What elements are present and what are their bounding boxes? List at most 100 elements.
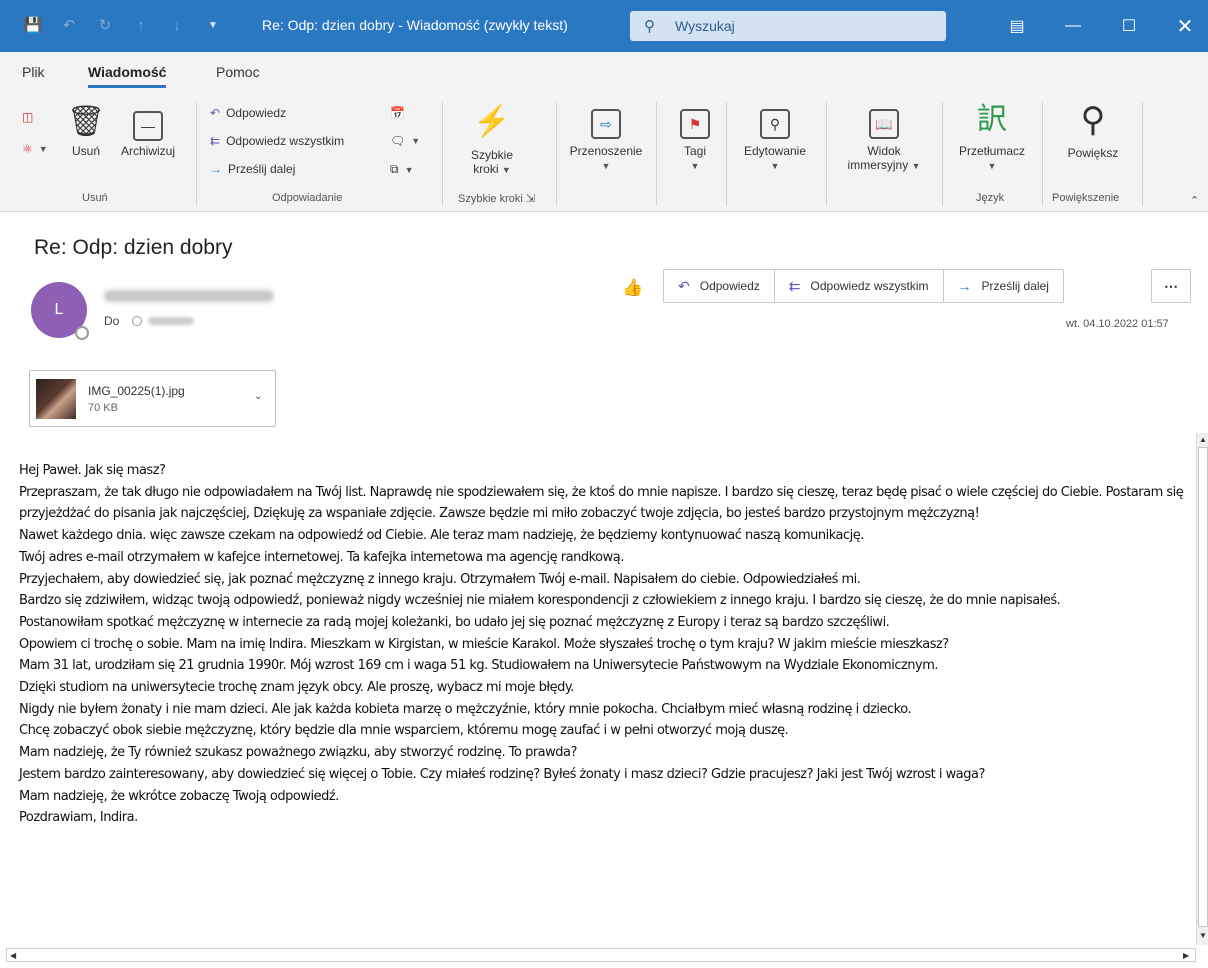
horizontal-scrollbar[interactable]: ◀ ▶ (6, 948, 1196, 962)
attachment-size: 70 KB (88, 402, 118, 414)
attachment-name: IMG_00225(1).jpg (88, 384, 185, 398)
archive-button[interactable]: — Archiwizuj (112, 104, 184, 158)
body-line: Twój adres e-mail otrzymałem w kafejce i… (19, 549, 624, 565)
im-reply-button[interactable]: 🗨 ▼ (390, 134, 420, 148)
delete-button[interactable]: 🗑 Usuń (64, 104, 108, 158)
move-button[interactable]: ⇨ Przenoszenie ▼ (562, 102, 650, 172)
quick-steps-button[interactable]: ⚡ Szybkie kroki ▼ (460, 104, 524, 176)
chevron-down-icon[interactable]: ⌄ (254, 391, 262, 402)
more-respond-button[interactable]: ⧉ ▼ (390, 162, 414, 177)
reply-all-button[interactable]: ⇇ Odpowiedz wszystkim (210, 134, 344, 148)
chevron-down-icon: ▼ (501, 165, 511, 175)
next-item-icon[interactable]: ↓ (166, 14, 188, 36)
tab-file[interactable]: Plik (22, 64, 45, 80)
dialog-launcher-icon[interactable]: ⇲ (526, 193, 535, 205)
title-bar: 💾 ↶ ↻ ↑ ↓ ▼ Re: Odp: dzien dobry - Wiado… (0, 0, 1208, 52)
tab-help[interactable]: Pomoc (216, 64, 260, 80)
chevron-down-icon: ▼ (690, 161, 700, 171)
immersive-label-2-text: immersyjny (847, 158, 909, 172)
reading-pane-actions: ↶ Odpowiedz ⇇ Odpowiedz wszystkim → Prze… (663, 269, 1064, 303)
divider (826, 102, 827, 206)
chevron-down-icon: ▼ (38, 144, 48, 154)
divider (196, 102, 197, 206)
reply-action-label: Odpowiedz (699, 279, 760, 293)
forward-action-button[interactable]: → Prześlij dalej (944, 270, 1063, 302)
report-button[interactable]: ⚛ ▼ (22, 142, 48, 156)
zoom-label: Powiększ (1067, 146, 1119, 160)
window-title: Re: Odp: dzien dobry - Wiadomość (zwykły… (262, 17, 568, 33)
divider (1142, 102, 1143, 206)
reply-button[interactable]: ↶ Odpowiedz (210, 106, 286, 120)
reply-icon: ↶ (210, 106, 221, 120)
scroll-down-icon[interactable]: ▼ (1199, 931, 1207, 940)
undo-icon[interactable]: ↶ (58, 14, 80, 36)
maximize-button[interactable]: ☐ (1102, 0, 1156, 52)
attachment-card[interactable]: IMG_00225(1).jpg 70 KB ⌄ (29, 370, 276, 427)
body-line: Przyjechałem, aby dowiedzieć się, jak po… (19, 571, 861, 587)
immersive-reader-button[interactable]: 📖 Widok immersyjny ▼ (834, 102, 934, 172)
group-label-zoom: Powiększenie (1052, 192, 1120, 204)
collapse-ribbon-icon[interactable]: ⌃ (1190, 194, 1199, 207)
reply-all-action-label: Odpowiedz wszystkim (810, 279, 929, 293)
scroll-up-icon[interactable]: ▲ (1199, 435, 1207, 444)
divider (442, 102, 443, 206)
zoom-button[interactable]: ⚲ Powiększ (1050, 102, 1136, 160)
move-label: Przenoszenie (569, 144, 643, 158)
quick-steps-label: Szybkie (470, 148, 514, 162)
minimize-button[interactable]: — (1046, 0, 1100, 52)
meeting-reply-button[interactable]: 📅 (390, 106, 405, 120)
close-button[interactable]: ✕ (1158, 0, 1208, 52)
tags-button[interactable]: ⚑ Tagi ▼ (670, 102, 720, 172)
ignore-button[interactable]: ◫ (22, 110, 33, 124)
chevron-down-icon: ▼ (911, 161, 921, 171)
body-line: Pozdrawiam, Indira. (19, 810, 138, 826)
like-icon[interactable]: 👍 (622, 278, 643, 298)
forward-icon: → (210, 162, 222, 176)
customize-toolbar-icon[interactable]: ▼ (202, 14, 224, 36)
sender-address-redacted (104, 290, 274, 302)
chevron-down-icon: ▼ (601, 161, 611, 171)
body-line: Jestem bardzo zainteresowany, aby dowied… (19, 766, 985, 782)
redo-icon[interactable]: ↻ (94, 14, 116, 36)
group-label-quick-steps: Szybkie kroki ⇲ (458, 192, 535, 205)
magnifier-icon: ⚲ (1080, 101, 1106, 139)
scrollbar-thumb[interactable] (1198, 447, 1208, 927)
copy-icon: ⧉ (390, 162, 399, 176)
scroll-left-icon[interactable]: ◀ (10, 951, 16, 960)
ribbon-display-options-icon[interactable]: ▤ (990, 0, 1044, 52)
delete-label: Usuń (71, 144, 100, 158)
ribbon-tabs: Plik Wiadomość Pomoc (0, 52, 1208, 96)
reply-all-icon: ⇇ (210, 134, 221, 148)
to-label: Do (104, 314, 120, 328)
chat-icon: 🗨 (390, 134, 406, 148)
tab-message[interactable]: Wiadomość (88, 64, 167, 88)
reply-action-button[interactable]: ↶ Odpowiedz (664, 270, 775, 302)
save-icon[interactable]: 💾 (22, 14, 44, 36)
previous-item-icon[interactable]: ↑ (130, 14, 152, 36)
divider (656, 102, 657, 206)
recipient-presence-icon (132, 316, 142, 326)
avatar-initial: L (54, 301, 64, 318)
avatar[interactable]: L (31, 282, 89, 340)
body-line: Bardzo się zdziwiłem, widząc twoją odpow… (19, 593, 1061, 609)
body-line: Opowiem ci trochę o sobie. Mam na imię I… (19, 636, 949, 652)
reply-all-action-button[interactable]: ⇇ Odpowiedz wszystkim (775, 270, 944, 302)
scroll-right-icon[interactable]: ▶ (1183, 951, 1189, 960)
body-line: Mam 31 lat, urodziłam się 21 grudnia 199… (19, 658, 939, 674)
chevron-down-icon: ▼ (411, 136, 421, 146)
reply-label: Odpowiedz (226, 106, 287, 120)
translate-button[interactable]: 訳 Przetłumacz ▼ (946, 102, 1038, 172)
body-line: Nigdy nie byłem żonaty i nie mam dzieci.… (19, 701, 912, 717)
search-box[interactable]: ⚲ Wyszukaj (630, 11, 946, 41)
forward-action-label: Prześlij dalej (981, 279, 1049, 293)
vertical-scrollbar[interactable]: ▲ ▼ (1196, 433, 1208, 945)
translate-icon: 訳 (977, 103, 1007, 136)
message-body: Hej Paweł. Jak się masz? Przepraszam, że… (19, 460, 1189, 829)
search-placeholder: Wyszukaj (675, 18, 735, 34)
editing-label: Edytowanie (743, 144, 807, 158)
immersive-label-2: immersyjny ▼ (834, 158, 934, 172)
forward-button[interactable]: → Prześlij dalej (210, 162, 295, 176)
attachment-thumbnail (36, 379, 76, 419)
more-actions-button[interactable]: ⋯ (1151, 269, 1191, 303)
editing-button[interactable]: ⚲ Edytowanie ▼ (732, 102, 818, 172)
